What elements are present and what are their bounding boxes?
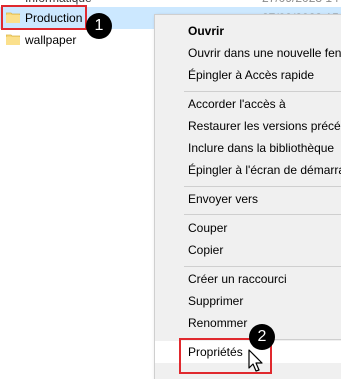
file-name: wallpaper <box>25 33 77 47</box>
menu-separator <box>184 214 341 215</box>
menu-item-give-access[interactable]: Accorder l'accès à <box>155 93 341 115</box>
highlight-box-production <box>1 5 87 30</box>
menu-item-cut[interactable]: Couper <box>155 217 341 239</box>
explorer-screenshot: Informatique 27/09/2023 14 Production 27… <box>0 0 341 379</box>
menu-separator <box>184 266 341 267</box>
menu-item-copy[interactable]: Copier <box>155 239 341 261</box>
menu-item-rename[interactable]: Renommer <box>155 312 341 334</box>
step-badge-2: 2 <box>249 324 275 350</box>
menu-item-open[interactable]: Ouvrir <box>155 20 341 42</box>
menu-item-include-library[interactable]: Inclure dans la bibliothèque <box>155 137 341 159</box>
mouse-pointer-icon <box>248 349 263 372</box>
context-menu: Ouvrir Ouvrir dans une nouvelle fenêtre … <box>154 14 341 379</box>
menu-item-delete[interactable]: Supprimer <box>155 290 341 312</box>
menu-item-pin-start[interactable]: Épingler à l'écran de démarrage <box>155 159 341 181</box>
menu-item-send-to[interactable]: Envoyer vers <box>155 188 341 210</box>
folder-icon <box>6 34 20 45</box>
menu-separator <box>184 186 341 187</box>
step-badge-1: 1 <box>86 13 112 39</box>
menu-item-create-shortcut[interactable]: Créer un raccourci <box>155 268 341 290</box>
menu-item-pin-quick-access[interactable]: Épingler à Accès rapide <box>155 64 341 86</box>
menu-item-restore-versions[interactable]: Restaurer les versions précédentes <box>155 115 341 137</box>
menu-item-open-new-window[interactable]: Ouvrir dans une nouvelle fenêtre <box>155 42 341 64</box>
menu-separator <box>184 91 341 92</box>
